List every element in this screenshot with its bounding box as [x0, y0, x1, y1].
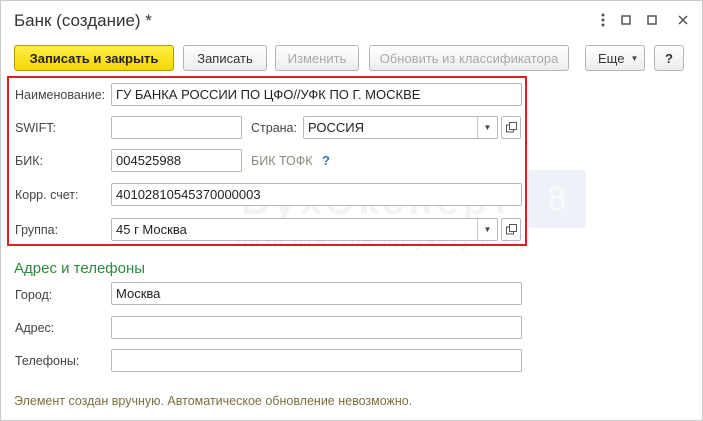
chevron-down-icon: ▼	[630, 53, 639, 63]
save-button[interactable]: Записать	[183, 45, 267, 71]
more-menu-label: Еще	[598, 50, 625, 66]
city-label: Город:	[15, 288, 53, 302]
corr-account-field[interactable]: 40102810545370000003	[111, 183, 522, 206]
address-field[interactable]	[111, 316, 522, 339]
group-open-icon[interactable]	[501, 218, 521, 241]
bik-help-icon[interactable]: ?	[322, 153, 330, 168]
close-icon[interactable]	[675, 12, 691, 28]
swift-label: SWIFT:	[15, 121, 56, 135]
bik-label: БИК:	[15, 154, 43, 168]
name-label: Наименование:	[15, 88, 106, 102]
edit-button[interactable]: Изменить	[275, 45, 359, 71]
minimize-icon[interactable]	[618, 12, 634, 28]
name-field[interactable]: ГУ БАНКА РОССИИ ПО ЦФО//УФК ПО Г. МОСКВЕ	[111, 83, 522, 106]
status-message: Элемент создан вручную. Автоматическое о…	[14, 394, 413, 408]
phones-field[interactable]	[111, 349, 522, 372]
city-field[interactable]: Москва	[111, 282, 522, 305]
save-and-close-button[interactable]: Записать и закрыть	[14, 45, 174, 71]
corr-account-label: Корр. счет:	[15, 188, 79, 202]
swift-field[interactable]	[111, 116, 242, 139]
more-actions-icon[interactable]	[595, 12, 611, 28]
country-field[interactable]: РОССИЯ ▼	[303, 116, 498, 139]
group-label: Группа:	[15, 223, 59, 237]
country-open-icon[interactable]	[501, 116, 521, 139]
country-label: Страна:	[251, 121, 297, 135]
phones-label: Телефоны:	[15, 354, 80, 368]
update-from-classifier-button[interactable]: Обновить из классификатора	[369, 45, 569, 71]
bik-field[interactable]: 004525988	[111, 149, 242, 172]
group-value: 45 г Москва	[116, 222, 187, 237]
address-label: Адрес:	[15, 321, 55, 335]
window-title: Банк (создание) *	[14, 11, 152, 30]
country-dropdown-icon[interactable]: ▼	[477, 117, 497, 138]
more-menu-button[interactable]: Еще ▼	[585, 45, 645, 71]
bank-form-window: БухЭксперт 8 База ответов по учету в 1С …	[0, 0, 703, 421]
help-button[interactable]: ?	[654, 45, 684, 71]
address-section-title: Адрес и телефоны	[14, 260, 146, 277]
country-value: РОССИЯ	[308, 120, 365, 135]
group-dropdown-icon[interactable]: ▼	[477, 219, 497, 240]
maximize-icon[interactable]	[644, 12, 660, 28]
group-field[interactable]: 45 г Москва ▼	[111, 218, 498, 241]
bik-tofk-link[interactable]: БИК ТОФК	[251, 154, 313, 168]
watermark-badge: 8	[528, 170, 586, 228]
